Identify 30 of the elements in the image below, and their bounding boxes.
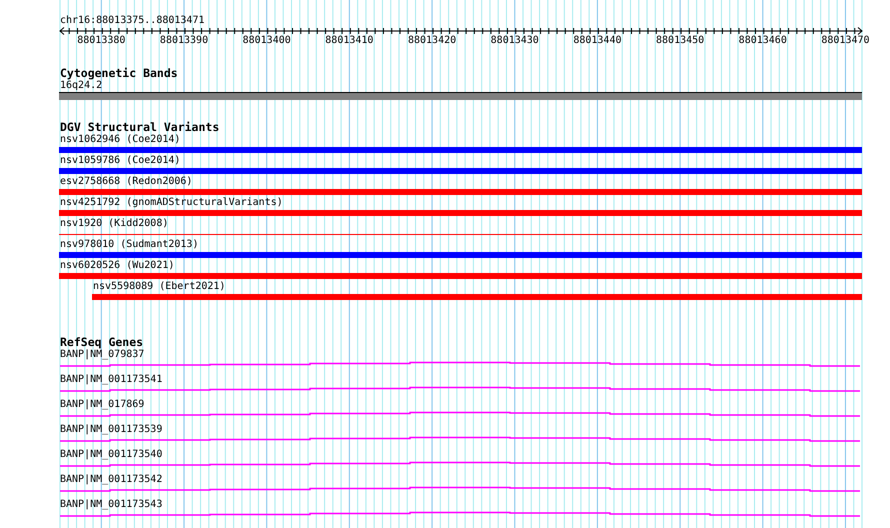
ruler-label: 88013440 <box>573 35 622 47</box>
track-title: RefSeq Genes <box>59 336 144 349</box>
ruler-label: 88013410 <box>325 35 374 47</box>
variant-label: esv2758668 (Redon2006) <box>59 176 194 188</box>
location-label: chr16:88013375..88013471 <box>59 15 206 27</box>
gene-label: BANP|NM_001173542 <box>59 474 164 486</box>
gene-label: BANP|NM_079837 <box>59 349 146 361</box>
track-title: Cytogenetic Bands <box>59 67 179 80</box>
gene-label: BANP|NM_001173540 <box>59 449 164 461</box>
ruler-label: 88013380 <box>77 35 126 47</box>
variant-label: nsv1920 (Kidd2008) <box>59 218 170 230</box>
track-title: DGV Structural Variants <box>59 121 220 134</box>
ruler-label: 88013430 <box>490 35 539 47</box>
ruler-label: 88013470 <box>821 35 870 47</box>
variant-label: nsv978010 (Sudmant2013) <box>59 239 200 251</box>
variant-label: nsv1059786 (Coe2014) <box>59 155 182 167</box>
variant-label: nsv5598089 (Ebert2021) <box>92 281 226 293</box>
variant-label: nsv4251792 (gnomADStructuralVariants) <box>59 197 284 209</box>
ruler-label: 88013450 <box>656 35 704 47</box>
ruler-label: 88013460 <box>738 35 787 47</box>
gene-label: BANP|NM_001173543 <box>59 499 164 511</box>
ruler-label: 88013420 <box>408 35 456 47</box>
gene-label: BANP|NM_001173539 <box>59 424 164 436</box>
ruler-label: 88013390 <box>160 35 208 47</box>
variant-label: nsv6020526 (Wu2021) <box>59 260 176 272</box>
band-label: 16q24.2 <box>59 80 104 92</box>
ruler-label: 88013400 <box>242 35 291 47</box>
gene-label: BANP|NM_001173541 <box>59 374 164 386</box>
variant-label: nsv1062946 (Coe2014) <box>59 134 182 146</box>
gene-label: BANP|NM_017869 <box>59 399 146 411</box>
